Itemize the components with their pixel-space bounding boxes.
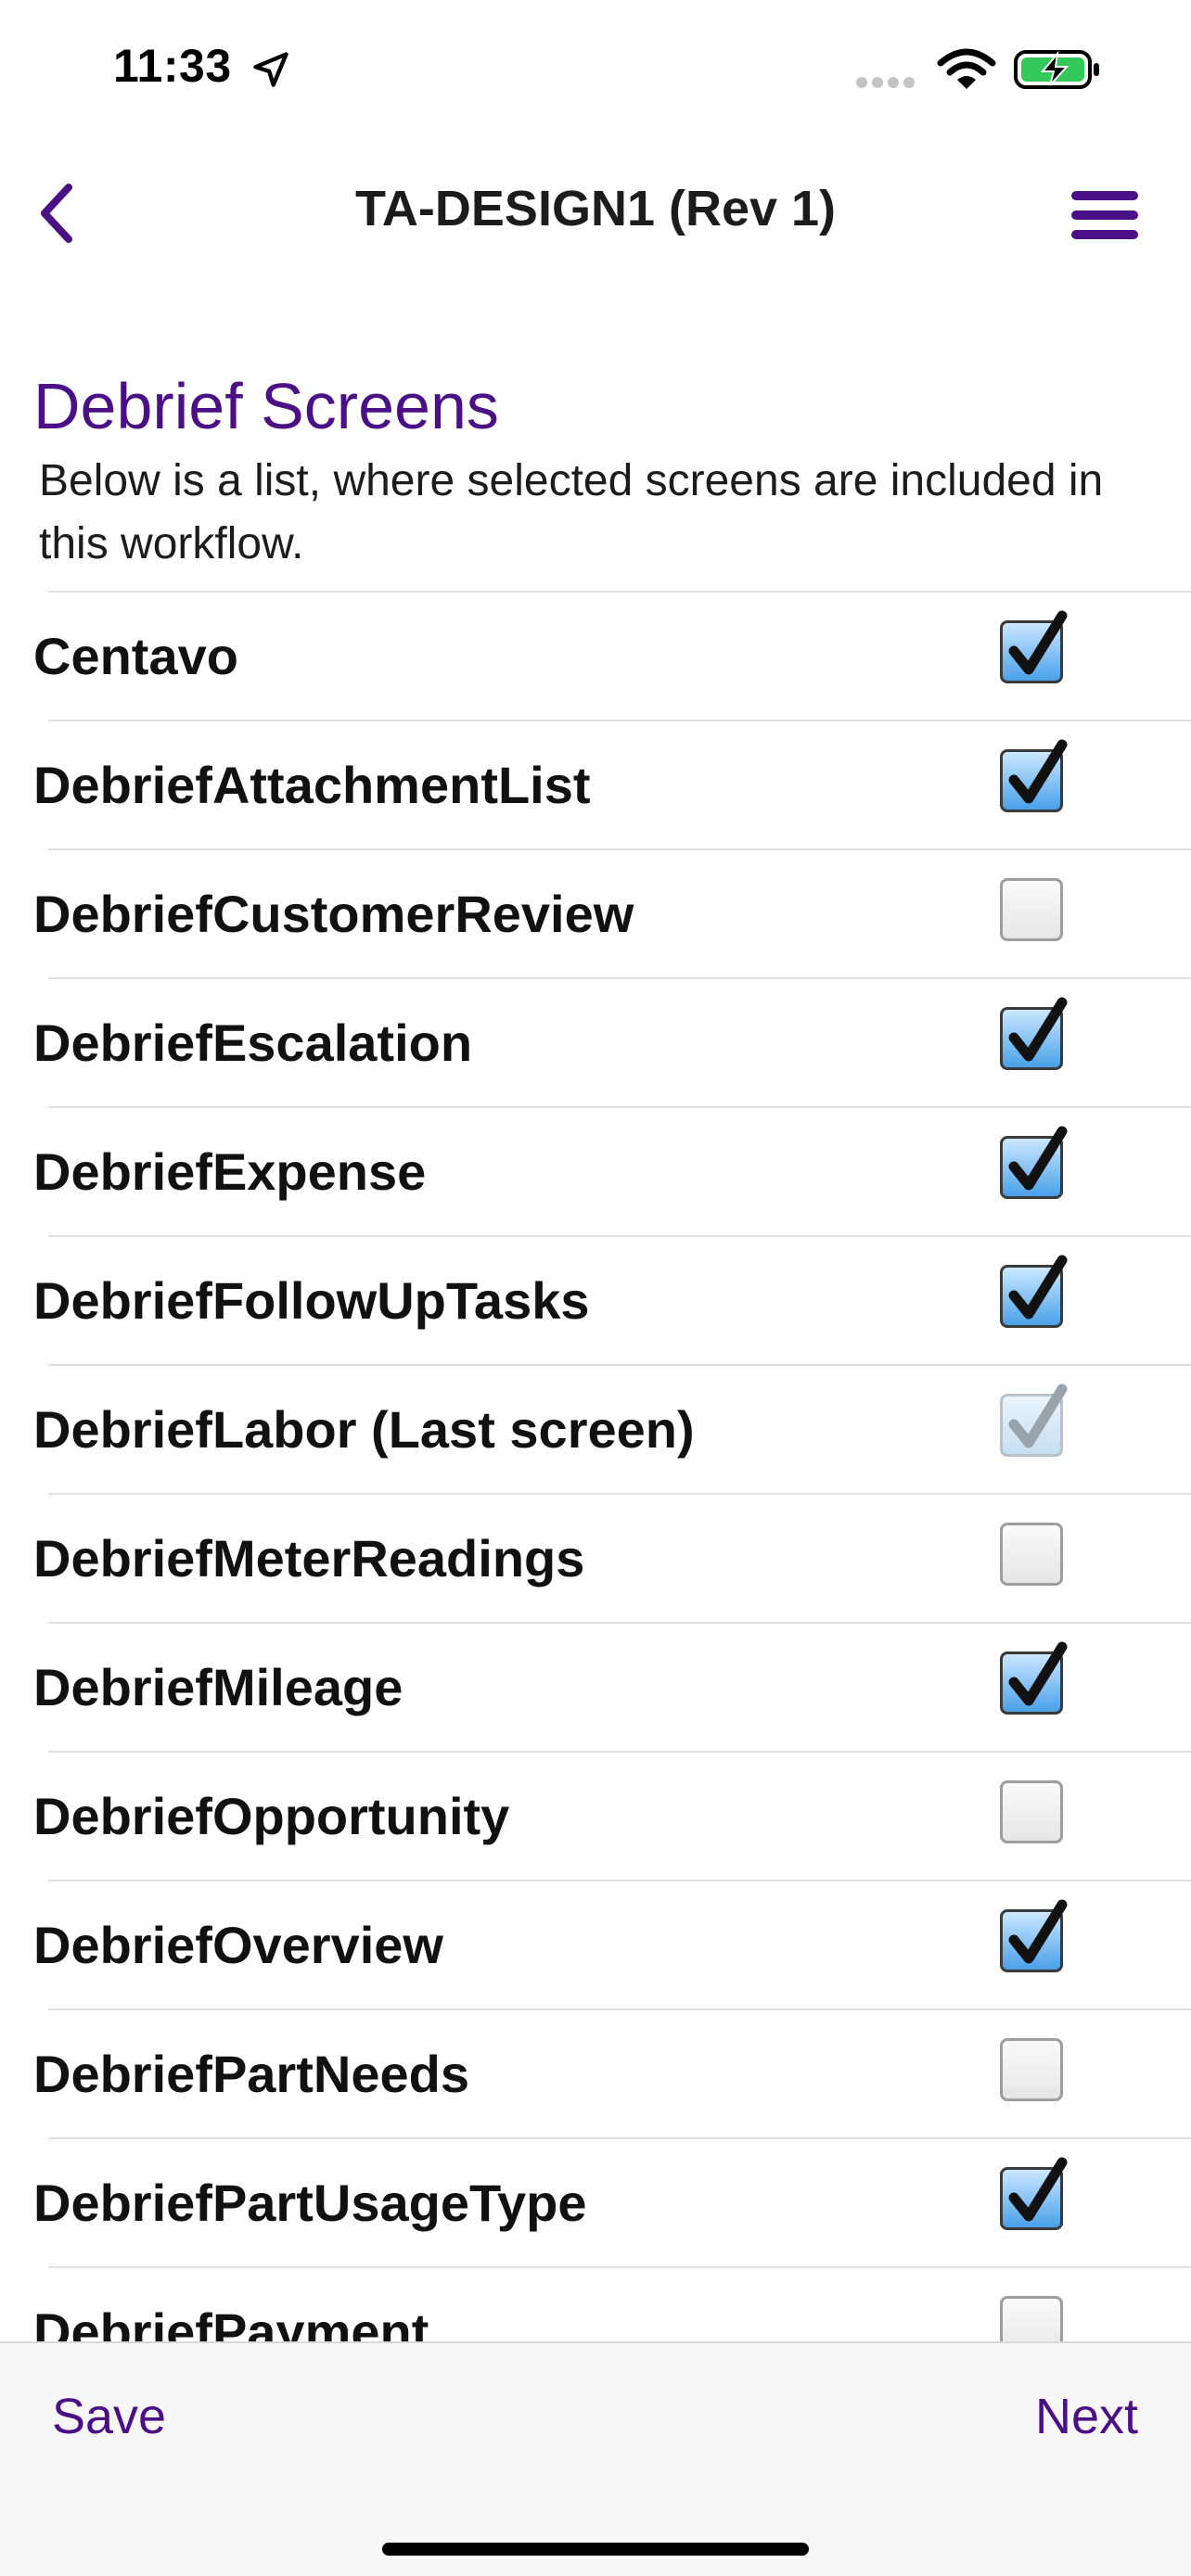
checkmark-icon bbox=[1008, 1641, 1068, 1706]
list-item-label: DebriefAttachmentList bbox=[33, 756, 591, 814]
list-item-label: Centavo bbox=[33, 627, 238, 685]
status-bar: 11:33 bbox=[0, 0, 1191, 139]
list-item-label: DebriefExpense bbox=[33, 1142, 427, 1201]
hamburger-menu-icon bbox=[1071, 191, 1138, 239]
list-item-label: DebriefLabor (Last screen) bbox=[33, 1400, 695, 1459]
list-item-label: DebriefMeterReadings bbox=[33, 1529, 585, 1588]
list-item[interactable]: DebriefOpportunity bbox=[33, 1751, 1191, 1880]
menu-button[interactable] bbox=[1063, 178, 1146, 252]
list-item[interactable]: DebriefCustomerReview bbox=[33, 848, 1191, 977]
list-item[interactable]: Centavo bbox=[33, 591, 1191, 720]
screen-checkbox[interactable] bbox=[1000, 610, 1068, 683]
list-item[interactable]: DebriefMeterReadings bbox=[33, 1493, 1191, 1622]
page-title: TA-DESIGN1 (Rev 1) bbox=[354, 181, 837, 236]
screen-checkbox[interactable] bbox=[1000, 2157, 1068, 2230]
location-arrow-icon bbox=[253, 52, 288, 87]
screen-checkbox[interactable] bbox=[1000, 2038, 1063, 2101]
screen-checkbox[interactable] bbox=[1000, 1641, 1068, 1715]
checkmark-icon bbox=[1008, 1255, 1068, 1320]
checkmark-icon bbox=[1008, 1126, 1068, 1191]
list-item-label: DebriefFollowUpTasks bbox=[33, 1271, 590, 1330]
screen-checkbox[interactable] bbox=[1000, 1384, 1068, 1457]
list-item[interactable]: DebriefOverview bbox=[33, 1880, 1191, 2009]
checkmark-icon bbox=[1008, 739, 1068, 804]
list-item[interactable]: DebriefMileage bbox=[33, 1622, 1191, 1751]
list-item-label: DebriefMileage bbox=[33, 1658, 403, 1716]
screen-checkbox[interactable] bbox=[1000, 1255, 1068, 1328]
checkmark-icon bbox=[1008, 610, 1068, 675]
home-indicator bbox=[382, 2543, 809, 2556]
list-item[interactable]: DebriefPartUsageType bbox=[33, 2137, 1191, 2266]
battery-charging-icon bbox=[1014, 50, 1099, 89]
list-item[interactable]: DebriefExpense bbox=[33, 1106, 1191, 1235]
checkmark-icon bbox=[1008, 997, 1068, 1062]
list-item-label: DebriefCustomerReview bbox=[33, 885, 634, 943]
next-button[interactable]: Next bbox=[1035, 2388, 1138, 2445]
list-item[interactable]: DebriefFollowUpTasks bbox=[33, 1235, 1191, 1364]
wifi-icon bbox=[937, 48, 996, 89]
screen-checkbox[interactable] bbox=[1000, 739, 1068, 812]
screen-checkbox[interactable] bbox=[1000, 1523, 1063, 1586]
status-time: 11:33 bbox=[113, 40, 232, 92]
list-item[interactable]: DebriefPartNeeds bbox=[33, 2009, 1191, 2137]
section-description: Below is a list, where selected screens … bbox=[39, 456, 1104, 568]
section-title: Debrief Screens bbox=[33, 370, 499, 442]
list-item-label: DebriefEscalation bbox=[33, 1014, 473, 1072]
navigation-bar: TA-DESIGN1 (Rev 1) bbox=[0, 139, 1191, 278]
screen-checkbox[interactable] bbox=[1000, 1126, 1068, 1199]
checkmark-icon bbox=[1008, 1384, 1068, 1448]
list-item-label: DebriefPartNeeds bbox=[33, 2045, 469, 2103]
list-item-label: DebriefPartUsageType bbox=[33, 2174, 587, 2232]
screen-checkbox[interactable] bbox=[1000, 878, 1063, 941]
list-item-label: DebriefOpportunity bbox=[33, 1787, 510, 1845]
screen-checkbox[interactable] bbox=[1000, 1780, 1063, 1843]
checkmark-icon bbox=[1008, 1899, 1068, 1964]
bottom-toolbar: Save Next bbox=[0, 2341, 1191, 2576]
cellular-signal-icon bbox=[856, 77, 915, 88]
checkmark-icon bbox=[1008, 2157, 1068, 2222]
screen-checkbox[interactable] bbox=[1000, 997, 1068, 1070]
list-item[interactable]: DebriefEscalation bbox=[33, 977, 1191, 1106]
list-item[interactable]: DebriefAttachmentList bbox=[33, 720, 1191, 848]
save-button[interactable]: Save bbox=[52, 2388, 166, 2445]
list-item[interactable]: DebriefLabor (Last screen) bbox=[33, 1364, 1191, 1493]
list-item-label: DebriefOverview bbox=[33, 1916, 443, 1974]
screen-list: Centavo DebriefAttachmentList DebriefCusto… bbox=[0, 591, 1191, 2395]
screen-checkbox[interactable] bbox=[1000, 1899, 1068, 1972]
